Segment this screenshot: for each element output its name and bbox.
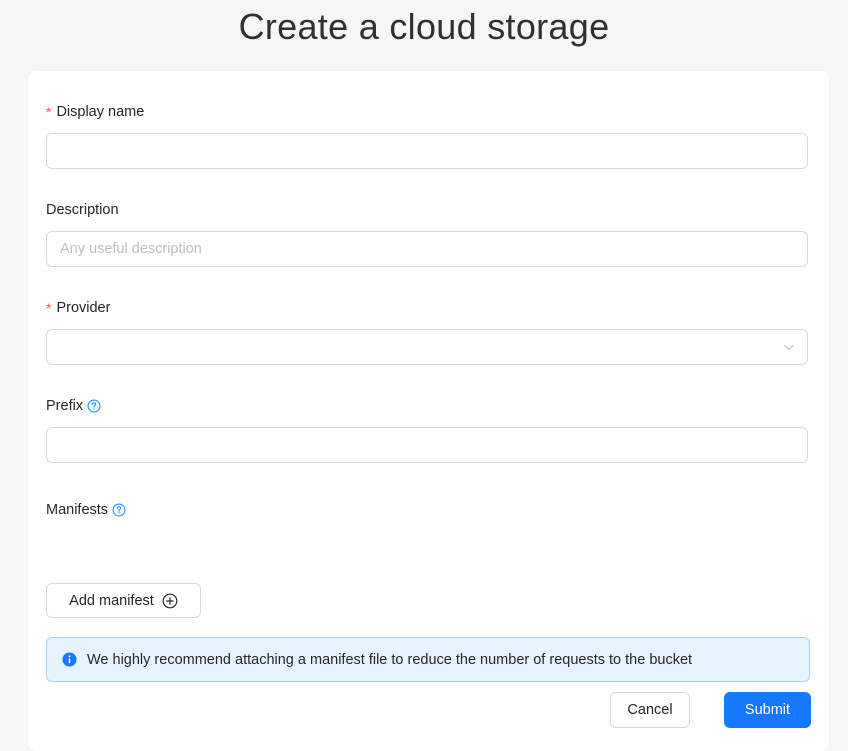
submit-button[interactable]: Submit [724, 692, 811, 728]
required-mark: * [46, 104, 52, 120]
prefix-label: Prefix [46, 396, 101, 416]
alert-text: We highly recommend attaching a manifest… [87, 651, 693, 668]
manifests-label: Manifests [46, 500, 126, 520]
description-label-text: Description [46, 202, 119, 218]
provider-label: * Provider [46, 298, 110, 318]
question-circle-icon[interactable] [87, 399, 101, 413]
cancel-button[interactable]: Cancel [610, 692, 690, 728]
prefix-input[interactable] [46, 427, 808, 463]
chevron-down-icon [784, 344, 794, 351]
description-input[interactable] [46, 231, 808, 267]
description-label: Description [46, 200, 119, 220]
question-circle-icon[interactable] [112, 503, 126, 517]
add-manifest-button[interactable]: Add manifest [46, 583, 201, 618]
add-manifest-label: Add manifest [69, 592, 154, 609]
required-mark: * [46, 300, 52, 316]
manifests-label-text: Manifests [46, 502, 109, 518]
provider-label-text: Provider [56, 300, 111, 316]
info-alert: We highly recommend attaching a manifest… [46, 637, 810, 682]
page-title: Create a cloud storage [238, 6, 610, 47]
display-name-input[interactable] [46, 133, 808, 169]
info-circle-icon [62, 652, 77, 667]
plus-circle-icon [162, 593, 178, 608]
provider-select[interactable] [46, 329, 808, 365]
display-name-label-text: Display name [56, 104, 145, 120]
display-name-label: * Display name [46, 102, 144, 122]
prefix-label-text: Prefix [46, 398, 84, 414]
